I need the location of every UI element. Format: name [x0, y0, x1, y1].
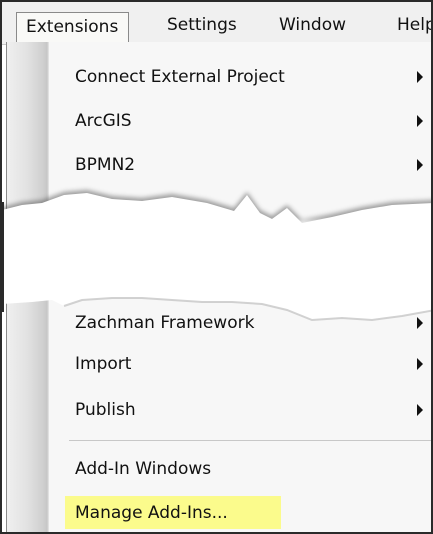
torn-edge-graphic — [2, 190, 431, 322]
screenshot-frame: Extensions Settings Window Help Connect … — [0, 0, 433, 534]
